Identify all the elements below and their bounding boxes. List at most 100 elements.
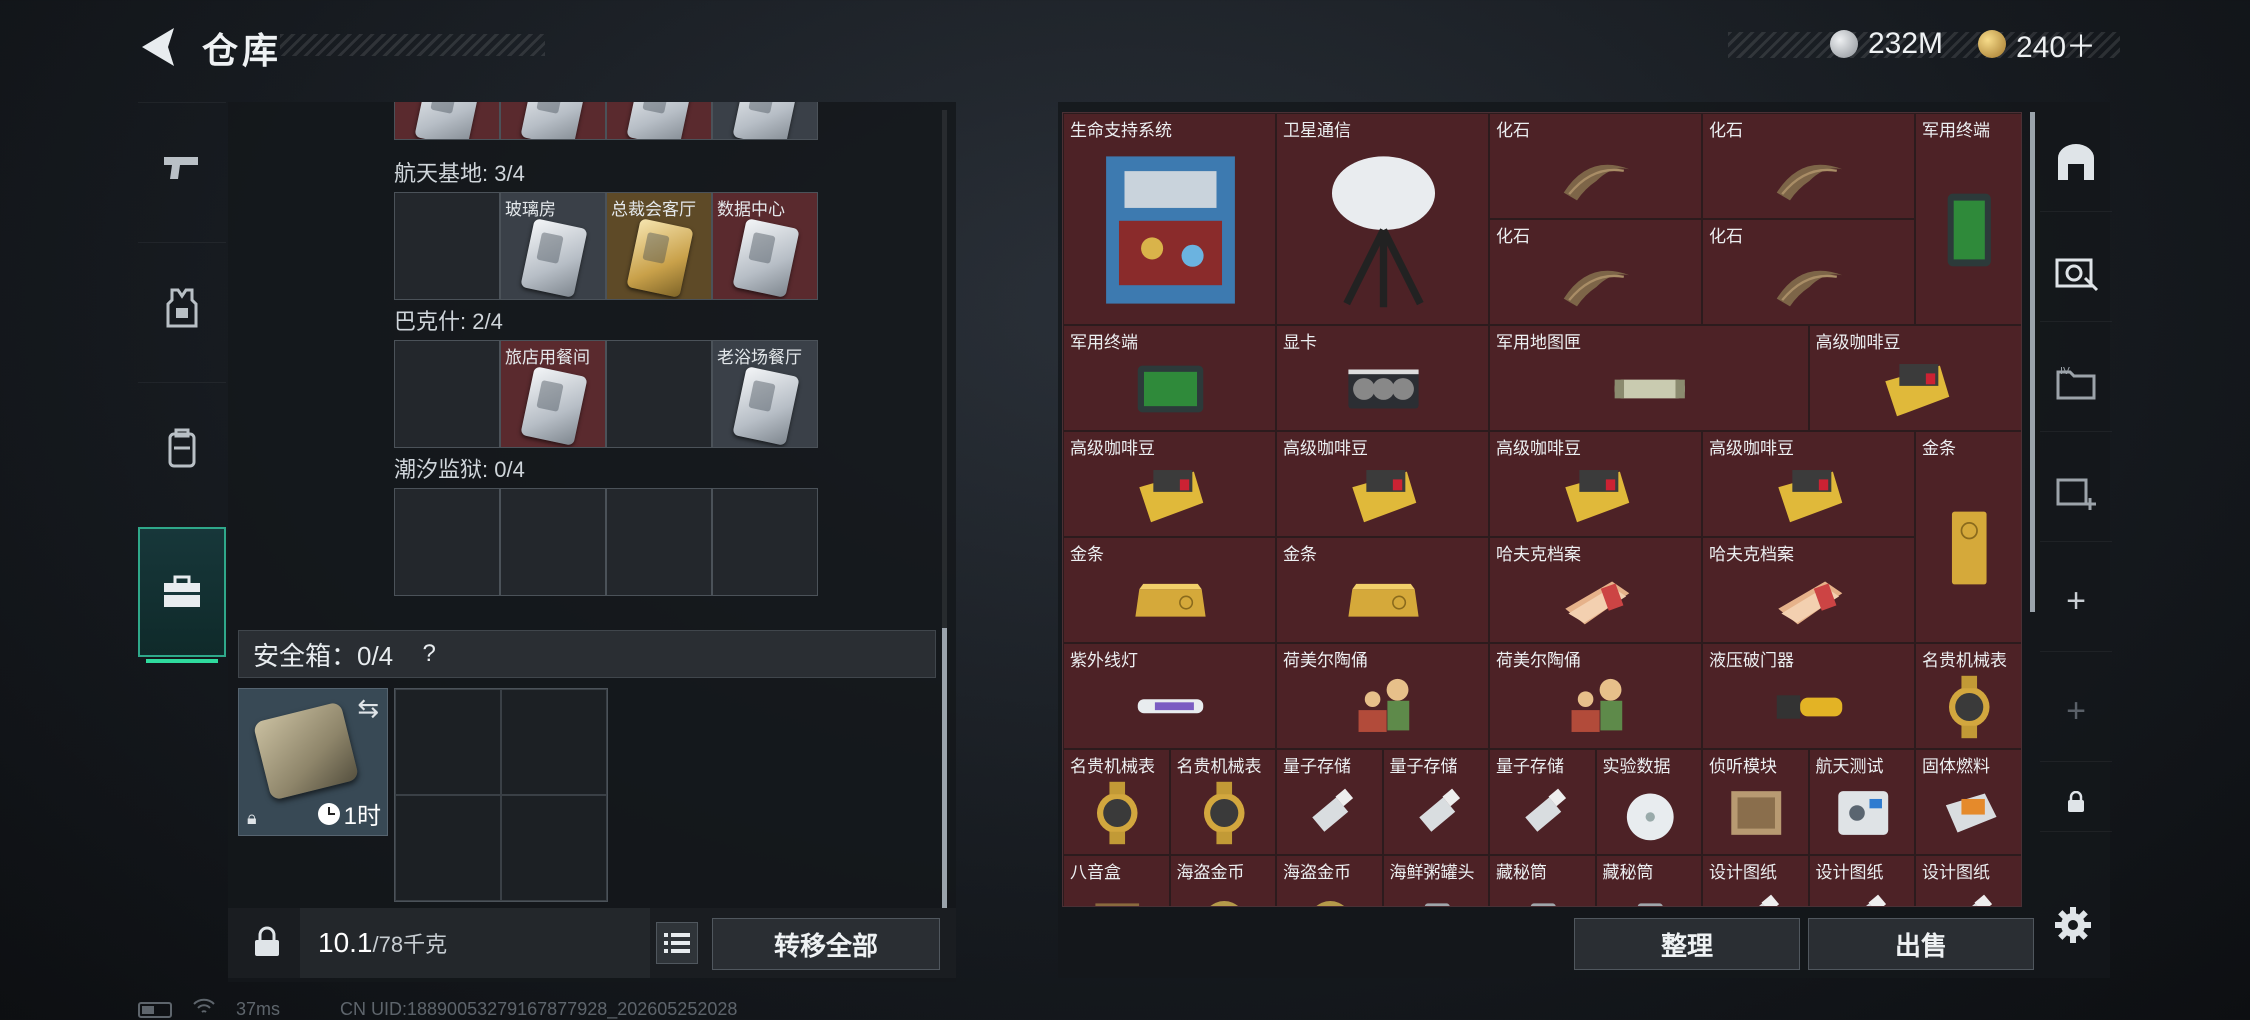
stash-item[interactable]: 量子存储	[1489, 749, 1596, 855]
keycard-slot[interactable]: 玻璃房	[500, 192, 606, 300]
stash-item[interactable]: 固体燃料	[1915, 749, 2021, 855]
item-image	[1530, 903, 1556, 906]
settings-button[interactable]	[2048, 900, 2098, 950]
keycard-slot[interactable]	[394, 102, 500, 140]
stash-item[interactable]: 金条	[1276, 537, 1489, 643]
stash-item[interactable]: 哈夫克档案	[1702, 537, 1915, 643]
tab-weapons[interactable]	[138, 102, 226, 232]
back-button[interactable]	[138, 22, 178, 72]
sort-button[interactable]: 整理	[1574, 918, 1800, 970]
keycard-slot[interactable]	[712, 488, 818, 596]
swap-icon[interactable]: ⇆	[357, 693, 379, 724]
keycard-image	[626, 102, 694, 139]
stash-item[interactable]: 化石	[1489, 113, 1702, 219]
keycard-slot[interactable]	[712, 102, 818, 140]
stash-item[interactable]: 金条	[1063, 537, 1276, 643]
keycard-scroll-area[interactable]: 航天基地: 3/4 玻璃房 总裁会客厅 数据中心 巴克什: 2/4 旅店用餐间 老浴场…	[228, 102, 956, 622]
safe-slot[interactable]	[501, 795, 607, 901]
stash-item[interactable]: 实验数据	[1595, 749, 1702, 855]
stash-item[interactable]: 名贵机械表	[1169, 749, 1276, 855]
stash-item[interactable]: 八音盒	[1063, 855, 1170, 906]
stash-item[interactable]: 卫星通信	[1276, 113, 1489, 325]
stash-tab-3[interactable]: IV	[2040, 332, 2112, 432]
stash-item[interactable]: 荷美尔陶俑	[1276, 643, 1489, 749]
safe-box-grid[interactable]	[394, 688, 608, 902]
list-view-button[interactable]	[656, 922, 698, 964]
add-tab-button-disabled: +	[2040, 662, 2112, 762]
keycard-section-label: 航天基地: 3/4	[394, 161, 525, 186]
list-icon	[664, 933, 690, 953]
stash-item[interactable]: 高级咖啡豆	[1063, 431, 1276, 537]
keycard-slot[interactable]	[500, 102, 606, 140]
right-scrollbar-thumb[interactable]	[2030, 112, 2035, 612]
stash-tab-2[interactable]	[2040, 222, 2112, 322]
item-image	[1884, 364, 1949, 417]
stash-tab-main[interactable]	[2040, 112, 2112, 212]
stash-item[interactable]: 军用地图匣	[1489, 325, 1809, 431]
safe-slot[interactable]	[395, 689, 501, 795]
stash-item[interactable]: 高级咖啡豆	[1808, 325, 2021, 431]
keycard-slot[interactable]	[394, 340, 500, 448]
stash-tab-4[interactable]	[2040, 442, 2112, 542]
stash-item[interactable]: 藏秘筒	[1489, 855, 1596, 906]
stash-item[interactable]: 高级咖啡豆	[1702, 431, 1915, 537]
gear-icon	[2055, 907, 2091, 943]
stash-item[interactable]: 化石	[1702, 219, 1915, 325]
stash-item[interactable]: 荷美尔陶俑	[1489, 643, 1702, 749]
help-button[interactable]: ?	[413, 638, 445, 670]
stash-item[interactable]: 量子存储	[1276, 749, 1383, 855]
stash-item[interactable]: 化石	[1702, 113, 1915, 219]
stash-item[interactable]: 高级咖啡豆	[1489, 431, 1702, 537]
tab-stash[interactable]	[138, 527, 226, 663]
stash-item[interactable]: 藏秘筒	[1595, 855, 1702, 906]
stash-item[interactable]: 哈夫克档案	[1489, 537, 1702, 643]
keycard-slot[interactable]	[606, 340, 712, 448]
stash-item[interactable]: 航天测试	[1808, 749, 1915, 855]
item-label: 名贵机械表	[1070, 757, 1155, 776]
tab-backpack[interactable]	[138, 382, 226, 512]
stash-item[interactable]: 高级咖啡豆	[1276, 431, 1489, 537]
stash-item[interactable]: 生命支持系统	[1063, 113, 1276, 325]
sell-button[interactable]: 出售	[1808, 918, 2034, 970]
stash-item[interactable]: 名贵机械表	[1063, 749, 1170, 855]
stash-item[interactable]: 液压破门器	[1702, 643, 1915, 749]
stash-item[interactable]: 海盗金币	[1276, 855, 1383, 906]
stash-item[interactable]: 海鲜粥罐头	[1382, 855, 1489, 906]
safe-slot[interactable]	[501, 689, 607, 795]
keycard-slot[interactable]: 旅店用餐间	[500, 340, 606, 448]
stash-item[interactable]: 侦听模块	[1702, 749, 1809, 855]
lock-icon[interactable]	[248, 922, 286, 962]
stash-item[interactable]: 量子存储	[1382, 749, 1489, 855]
stash-item[interactable]: 海盗金币	[1169, 855, 1276, 906]
safe-slot[interactable]	[395, 795, 501, 901]
stash-item[interactable]: 金条	[1915, 431, 2021, 643]
stash-item[interactable]: 军用终端	[1063, 325, 1276, 431]
keycard-slot[interactable]	[606, 102, 712, 140]
transfer-all-button[interactable]: 转移全部	[712, 918, 940, 970]
item-label: 军用终端	[1922, 121, 1990, 140]
keycard-slot[interactable]	[394, 192, 500, 300]
stash-item[interactable]: 化石	[1489, 219, 1702, 325]
add-tab-button[interactable]: +	[2040, 552, 2112, 652]
keycard-slot[interactable]	[606, 488, 712, 596]
tab-armor[interactable]	[138, 242, 226, 372]
stash-grid[interactable]: 生命支持系统 卫星通信 化石 化石 军用终端 化石 化石 军用终端 显卡 军用地图匣 高级咖啡豆 高级…	[1062, 112, 2022, 907]
stash-item[interactable]: 军用终端	[1915, 113, 2021, 325]
left-scrollbar-thumb[interactable]	[942, 628, 947, 908]
safe-box-container[interactable]: ⇆ 🔒︎ 1时	[238, 688, 388, 836]
keycard-slot[interactable]	[500, 488, 606, 596]
stash-item[interactable]: 设计图纸	[1702, 855, 1809, 906]
stash-item[interactable]: 设计图纸	[1915, 855, 2021, 906]
keycard-slot[interactable]: 老浴场餐厅	[712, 340, 818, 448]
stash-item[interactable]: 显卡	[1276, 325, 1489, 431]
keycard-label: 旅店用餐间	[505, 348, 590, 367]
gold-currency[interactable]: 240＋	[1978, 24, 2096, 64]
keycard-slot[interactable]: 数据中心	[712, 192, 818, 300]
stash-item[interactable]: 设计图纸	[1808, 855, 1915, 906]
keycard-slot[interactable]	[394, 488, 500, 596]
stash-item[interactable]: 紫外线灯	[1063, 643, 1276, 749]
keycard-slot[interactable]: 总裁会客厅	[606, 192, 712, 300]
keycard-image	[626, 218, 694, 298]
item-image	[1637, 903, 1663, 906]
stash-item[interactable]: 名贵机械表	[1915, 643, 2021, 749]
